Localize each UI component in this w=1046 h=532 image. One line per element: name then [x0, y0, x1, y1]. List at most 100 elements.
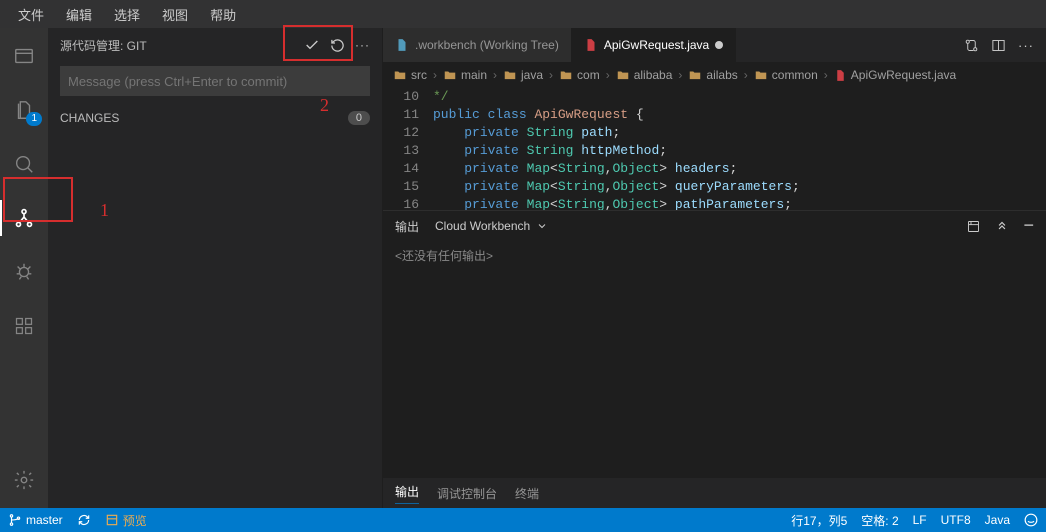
panel-body: <还没有任何输出> [383, 241, 1046, 478]
commit-icon[interactable] [304, 37, 320, 53]
activity-wb-icon[interactable] [0, 38, 48, 74]
breadcrumb-label: common [772, 68, 818, 82]
breadcrumb-label: com [577, 68, 600, 82]
activity-settings-icon[interactable] [0, 462, 48, 498]
status-branch[interactable]: master [8, 513, 63, 527]
status-sync-icon[interactable] [77, 513, 91, 527]
scm-header: 源代码管理: GIT ··· [48, 28, 382, 62]
preview-label: 预览 [123, 512, 147, 529]
tab-label: ApiGwRequest.java [604, 38, 709, 52]
line-number: 11 [383, 106, 419, 124]
code-line[interactable]: */ [433, 88, 1046, 106]
status-preview[interactable]: 预览 [105, 512, 147, 529]
editor-area: .workbench (Working Tree) ApiGwRequest.ja… [383, 28, 1046, 508]
activity-debug-icon[interactable] [0, 254, 48, 290]
breadcrumb-separator-icon: › [678, 68, 682, 82]
maximize-panel-icon[interactable] [995, 219, 1009, 234]
explorer-badge: 1 [26, 112, 42, 126]
breadcrumb-label: ailabs [706, 68, 737, 82]
code-line[interactable]: private Map<String,Object> pathParameter… [433, 196, 1046, 210]
menu-item[interactable]: 编辑 [56, 1, 102, 28]
editor-tabs: .workbench (Working Tree) ApiGwRequest.ja… [383, 28, 1046, 62]
activity-bar: 1 [0, 28, 48, 508]
activity-explorer-icon[interactable]: 1 [0, 92, 48, 128]
tab-more-icon[interactable]: ··· [1018, 38, 1034, 53]
editor-tab[interactable]: ApiGwRequest.java [572, 28, 736, 62]
line-number: 14 [383, 160, 419, 178]
bottom-panel: 输出 Cloud Workbench − <还没有任何输出> 输出调试控制台终端 [383, 210, 1046, 508]
code-content[interactable]: */public class ApiGwRequest { private St… [433, 88, 1046, 210]
breadcrumb-item[interactable]: ailabs [688, 68, 737, 82]
line-number: 16 [383, 196, 419, 210]
code-line[interactable]: public class ApiGwRequest { [433, 106, 1046, 124]
panel-tab[interactable]: 输出 [395, 483, 419, 504]
commit-message-input[interactable] [60, 66, 370, 96]
line-number: 12 [383, 124, 419, 142]
breadcrumb-item[interactable]: common [754, 68, 818, 82]
breadcrumb-label: main [461, 68, 487, 82]
menu-item[interactable]: 选择 [104, 1, 150, 28]
breadcrumb-separator-icon: › [493, 68, 497, 82]
status-bar: master 预览 行17，列5 空格: 2 LF UTF8 Java [0, 508, 1046, 532]
breadcrumb-item[interactable]: src [393, 68, 427, 82]
status-feedback-icon[interactable] [1024, 513, 1038, 527]
menu-bar: 文件编辑选择视图帮助 [0, 0, 1046, 28]
panel-output-label: 输出 [395, 218, 419, 235]
line-number: 15 [383, 178, 419, 196]
main-area: 1 源代码管理: GIT ··· [0, 28, 1046, 508]
menu-item[interactable]: 视图 [152, 1, 198, 28]
breadcrumb-item[interactable]: ApiGwRequest.java [834, 68, 956, 82]
menu-item[interactable]: 文件 [8, 1, 54, 28]
breadcrumb-item[interactable]: main [443, 68, 487, 82]
more-icon[interactable]: ··· [355, 38, 370, 52]
close-panel-icon[interactable]: − [1023, 219, 1034, 234]
panel-tabs: 输出 调试控制台 终端 [383, 478, 1046, 508]
breadcrumb-item[interactable]: alibaba [616, 68, 673, 82]
status-lang[interactable]: Java [985, 513, 1010, 527]
output-empty-text: <还没有任何输出> [395, 249, 493, 263]
breadcrumb-separator-icon: › [433, 68, 437, 82]
breadcrumb-label: src [411, 68, 427, 82]
menu-item[interactable]: 帮助 [200, 1, 246, 28]
java-file-icon [584, 38, 598, 52]
changes-label: CHANGES [60, 111, 119, 125]
breadcrumb-item[interactable]: com [559, 68, 600, 82]
scm-title: 源代码管理: GIT [60, 37, 147, 54]
split-icon[interactable] [991, 38, 1006, 53]
activity-scm-icon[interactable] [0, 200, 48, 236]
panel-header: 输出 Cloud Workbench − [383, 211, 1046, 241]
breadcrumb-label: ApiGwRequest.java [851, 68, 956, 82]
activity-search-icon[interactable] [0, 146, 48, 182]
status-encoding[interactable]: UTF8 [941, 513, 971, 527]
code-line[interactable]: private String httpMethod; [433, 142, 1046, 160]
breadcrumb-separator-icon: › [824, 68, 828, 82]
breadcrumb-separator-icon: › [549, 68, 553, 82]
status-spaces[interactable]: 空格: 2 [861, 512, 898, 529]
panel-source-dropdown[interactable]: Cloud Workbench [435, 219, 548, 233]
breadcrumb-label: alibaba [634, 68, 673, 82]
clear-output-icon[interactable] [966, 219, 981, 234]
activity-extensions-icon[interactable] [0, 308, 48, 344]
panel-tab[interactable]: 终端 [515, 485, 539, 502]
breadcrumb-separator-icon: › [606, 68, 610, 82]
line-number: 13 [383, 142, 419, 160]
changes-count: 0 [348, 111, 370, 125]
breadcrumb-label: java [521, 68, 543, 82]
tab-label: .workbench (Working Tree) [415, 38, 559, 52]
compare-icon[interactable] [964, 38, 979, 53]
status-cursor[interactable]: 行17，列5 [791, 512, 847, 529]
status-eol[interactable]: LF [913, 513, 927, 527]
panel-tab[interactable]: 调试控制台 [437, 485, 497, 502]
code-line[interactable]: private Map<String,Object> queryParamete… [433, 178, 1046, 196]
line-number: 10 [383, 88, 419, 106]
code-editor[interactable]: 1011121314151617 */public class ApiGwReq… [383, 88, 1046, 210]
breadcrumb-separator-icon: › [744, 68, 748, 82]
refresh-icon[interactable] [330, 38, 345, 53]
line-gutter: 1011121314151617 [383, 88, 433, 210]
editor-tab[interactable]: .workbench (Working Tree) [383, 28, 572, 62]
dirty-indicator-icon [715, 41, 723, 49]
code-line[interactable]: private Map<String,Object> headers; [433, 160, 1046, 178]
changes-section[interactable]: CHANGES 0 [48, 104, 382, 132]
breadcrumb-item[interactable]: java [503, 68, 543, 82]
code-line[interactable]: private String path; [433, 124, 1046, 142]
